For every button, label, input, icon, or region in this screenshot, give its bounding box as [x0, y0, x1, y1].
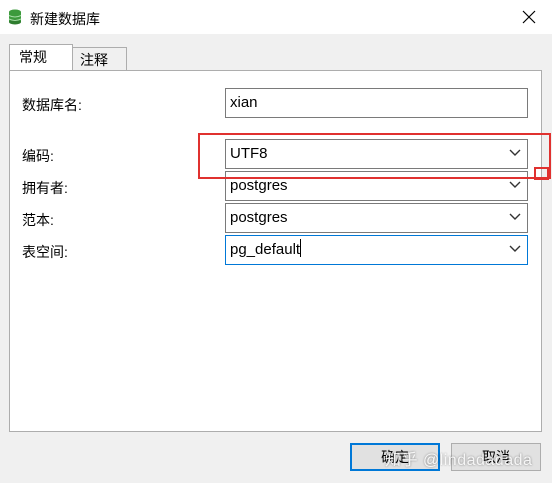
tab-comment[interactable]: 注释 — [72, 47, 127, 71]
chevron-down-icon — [509, 213, 521, 220]
db-name-label: 数据库名: — [22, 97, 82, 113]
tablespace-label: 表空间: — [22, 244, 68, 260]
template-select[interactable]: postgres — [225, 203, 528, 233]
template-label: 范本: — [22, 212, 54, 228]
chevron-down-icon — [509, 181, 521, 188]
owner-label: 拥有者: — [22, 180, 68, 196]
tab-general[interactable]: 常规 — [9, 44, 73, 70]
close-icon — [522, 10, 536, 24]
encoding-value: UTF8 — [230, 145, 268, 162]
db-name-input[interactable]: xian — [225, 88, 528, 118]
encoding-select[interactable]: UTF8 — [225, 139, 528, 169]
tablespace-select[interactable]: pg_default — [225, 235, 528, 265]
template-value: postgres — [230, 209, 288, 226]
database-icon — [8, 9, 22, 25]
close-button[interactable] — [518, 6, 540, 28]
text-cursor — [300, 239, 302, 257]
owner-value: postgres — [230, 177, 288, 194]
db-name-value: xian — [230, 94, 258, 111]
cancel-button[interactable]: 取消 — [451, 443, 541, 471]
owner-select[interactable]: postgres — [225, 171, 528, 201]
window-title: 新建数据库 — [30, 11, 100, 27]
chevron-down-icon — [509, 245, 521, 252]
tablespace-value: pg_default — [230, 241, 301, 258]
title-bar: 新建数据库 — [0, 0, 552, 34]
new-database-dialog: 新建数据库 常规 注释 数据库名: xian 编码: UTF8 拥有者: pos… — [0, 0, 552, 483]
chevron-down-icon — [509, 149, 521, 156]
encoding-label: 编码: — [22, 148, 54, 164]
ok-button[interactable]: 确定 — [350, 443, 440, 471]
